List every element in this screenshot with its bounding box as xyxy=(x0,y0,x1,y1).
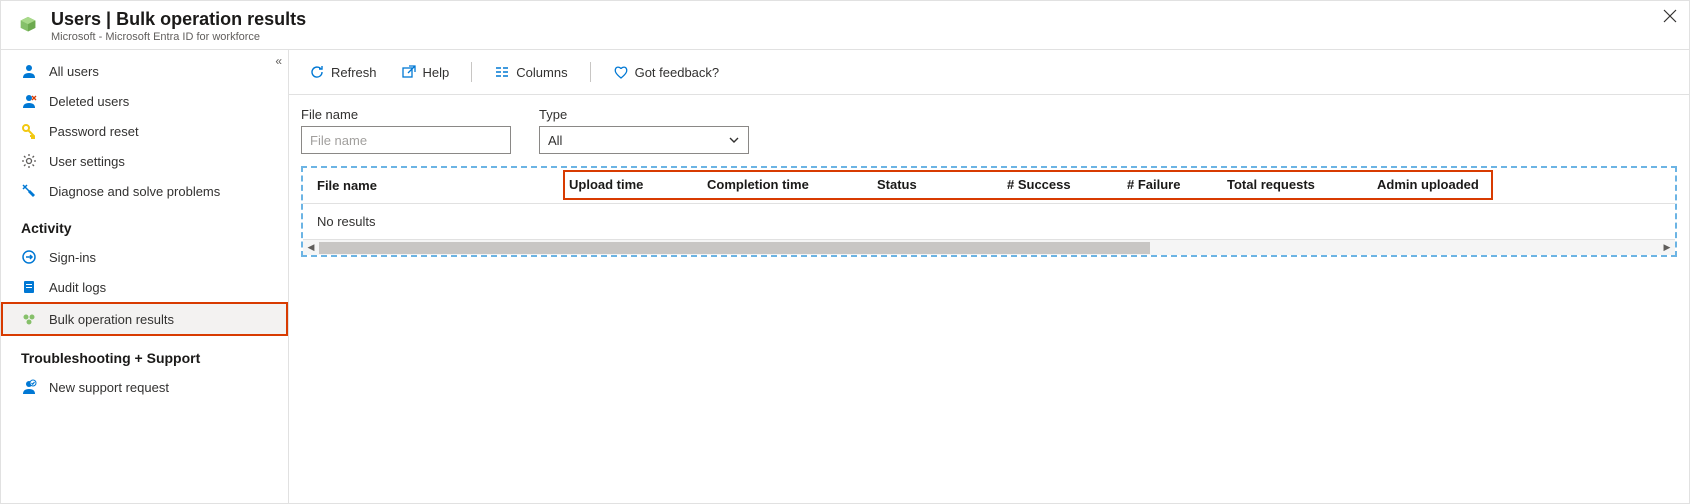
type-select-value: All xyxy=(548,133,562,148)
sidebar-item-label: All users xyxy=(49,64,99,79)
column-header-completion-time[interactable]: Completion time xyxy=(703,170,873,200)
columns-label: Columns xyxy=(516,65,567,80)
no-results-message: No results xyxy=(303,204,1675,239)
support-icon xyxy=(21,379,37,395)
sidebar-group-activity: Activity xyxy=(1,206,288,242)
chevron-down-icon xyxy=(728,134,740,146)
type-select[interactable]: All xyxy=(539,126,749,154)
filter-bar: File name Type All xyxy=(289,95,1689,156)
sidebar-group-troubleshooting: Troubleshooting + Support xyxy=(1,336,288,372)
refresh-label: Refresh xyxy=(331,65,377,80)
sidebar-item-password-reset[interactable]: Password reset xyxy=(1,116,288,146)
scroll-left-arrow[interactable]: ◀ xyxy=(303,240,319,256)
column-header-success[interactable]: # Success xyxy=(1003,170,1123,200)
sidebar-item-label: Password reset xyxy=(49,124,139,139)
heart-icon xyxy=(613,64,629,80)
sidebar-item-user-settings[interactable]: User settings xyxy=(1,146,288,176)
scroll-thumb[interactable] xyxy=(319,242,1150,254)
sidebar-item-label: New support request xyxy=(49,380,169,395)
column-header-upload-time[interactable]: Upload time xyxy=(563,170,703,200)
toolbar-separator xyxy=(471,62,472,82)
column-header-status[interactable]: Status xyxy=(873,170,1003,200)
filename-filter-label: File name xyxy=(301,107,511,122)
column-header-failure[interactable]: # Failure xyxy=(1123,170,1223,200)
sidebar-item-label: Bulk operation results xyxy=(49,312,174,327)
sidebar-item-label: Diagnose and solve problems xyxy=(49,184,220,199)
sidebar-item-bulk-results[interactable]: Bulk operation results xyxy=(1,302,288,336)
toolbar-separator xyxy=(590,62,591,82)
page-title: Users | Bulk operation results xyxy=(51,9,306,30)
gear-icon xyxy=(21,153,37,169)
sidebar-item-all-users[interactable]: All users xyxy=(1,56,288,86)
user-x-icon xyxy=(21,93,37,109)
user-icon xyxy=(21,63,37,79)
sidebar-item-label: User settings xyxy=(49,154,125,169)
sidebar-item-label: Audit logs xyxy=(49,280,106,295)
close-button[interactable] xyxy=(1663,9,1677,26)
external-link-icon xyxy=(401,64,417,80)
feedback-button[interactable]: Got feedback? xyxy=(605,60,728,84)
bulk-icon xyxy=(21,311,37,327)
sidebar-item-diagnose[interactable]: Diagnose and solve problems xyxy=(1,176,288,206)
columns-icon xyxy=(494,64,510,80)
sidebar: « All users Deleted users Password reset… xyxy=(1,50,289,504)
column-header-total[interactable]: Total requests xyxy=(1223,170,1373,200)
sidebar-item-label: Sign-ins xyxy=(49,250,96,265)
product-logo-icon xyxy=(17,15,39,37)
type-filter-label: Type xyxy=(539,107,749,122)
help-button[interactable]: Help xyxy=(393,60,458,84)
scroll-right-arrow[interactable]: ▶ xyxy=(1659,240,1675,256)
arrow-circle-icon xyxy=(21,249,37,265)
refresh-button[interactable]: Refresh xyxy=(301,60,385,84)
table-header-row: File name Upload time Completion time St… xyxy=(303,168,1675,204)
page-subtitle: Microsoft - Microsoft Entra ID for workf… xyxy=(51,31,306,43)
scroll-track[interactable] xyxy=(319,242,1659,254)
book-icon xyxy=(21,279,37,295)
refresh-icon xyxy=(309,64,325,80)
sidebar-item-audit-logs[interactable]: Audit logs xyxy=(1,272,288,302)
toolbar: Refresh Help Columns Got feedback? xyxy=(289,50,1689,95)
column-header-admin[interactable]: Admin uploaded xyxy=(1373,170,1493,200)
sidebar-item-sign-ins[interactable]: Sign-ins xyxy=(1,242,288,272)
results-table: File name Upload time Completion time St… xyxy=(301,166,1677,257)
page-header: Users | Bulk operation results Microsoft… xyxy=(1,1,1689,50)
sidebar-item-label: Deleted users xyxy=(49,94,129,109)
filename-input[interactable] xyxy=(301,126,511,154)
horizontal-scrollbar[interactable]: ◀ ▶ xyxy=(303,239,1675,255)
main-content: Refresh Help Columns Got feedback? File … xyxy=(289,50,1689,504)
sidebar-item-new-support[interactable]: New support request xyxy=(1,372,288,402)
column-header-file-name[interactable]: File name xyxy=(303,168,563,203)
columns-button[interactable]: Columns xyxy=(486,60,575,84)
key-icon xyxy=(21,123,37,139)
collapse-sidebar-button[interactable]: « xyxy=(275,54,282,68)
sidebar-item-deleted-users[interactable]: Deleted users xyxy=(1,86,288,116)
close-icon xyxy=(1663,9,1677,23)
wrench-icon xyxy=(21,183,37,199)
help-label: Help xyxy=(423,65,450,80)
feedback-label: Got feedback? xyxy=(635,65,720,80)
